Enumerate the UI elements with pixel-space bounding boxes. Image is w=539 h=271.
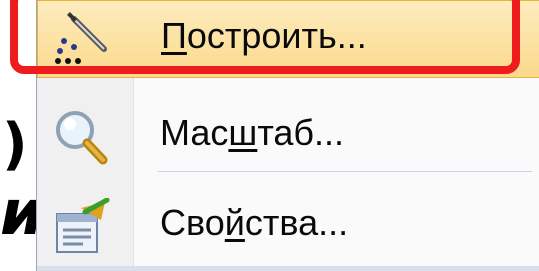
menu-item-zoom[interactable]: Масштаб... (37, 98, 539, 174)
menu-separator (158, 171, 532, 172)
menu-item-build[interactable]: Построить... (37, 0, 539, 78)
menu-bottom-edge (37, 266, 539, 271)
background-text-paren: ) (2, 112, 28, 177)
context-menu: Построить... Масштаб... Свойства... (36, 0, 539, 271)
menu-item-properties[interactable]: Свойства... (37, 188, 539, 264)
properties-icon (51, 197, 111, 254)
menu-item-zoom-label: Масштаб... (160, 112, 345, 153)
menu-item-build-label: Построить... (161, 15, 367, 56)
menu-item-properties-label: Свойства... (160, 202, 349, 243)
magnifier-icon (51, 108, 111, 165)
magic-wand-icon (52, 11, 112, 67)
